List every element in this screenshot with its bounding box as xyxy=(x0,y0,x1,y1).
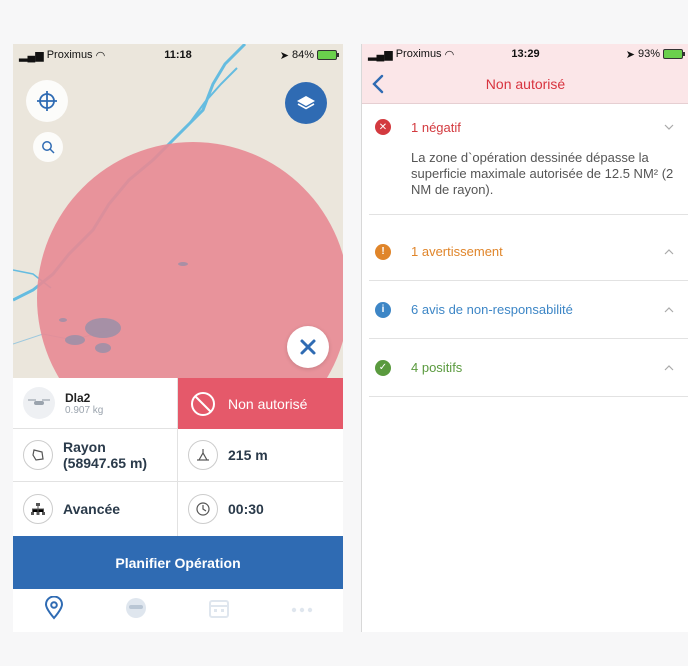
section-label: 1 avertissement xyxy=(411,244,503,259)
page-title: Non autorisé xyxy=(485,76,566,92)
bottom-tab-bar xyxy=(13,589,343,632)
section-positives-header[interactable]: ✓ 4 positifs xyxy=(369,339,688,396)
chevron-up-icon xyxy=(659,248,679,255)
right-phone-screen: ▂▄▆ Proximus ◠ 13:29 ➤ 93% Non autorisé … xyxy=(361,44,688,632)
map-view[interactable]: ▂▄▆ Proximus ◠ 11:18 ➤ 84% xyxy=(13,44,343,378)
exclamation-circle-icon: ! xyxy=(375,243,391,260)
section-negative: ✕ 1 négatif La zone d`opération dessinée… xyxy=(369,104,688,215)
status-label: Non autorisé xyxy=(228,395,308,412)
radius-label: Rayon xyxy=(63,439,106,455)
carrier-label: Proximus xyxy=(46,49,93,61)
operation-info-grid: Dla2 0.907 kg Non autorisé Rayon (58947.… xyxy=(13,378,343,536)
duration-value: 00:30 xyxy=(228,501,264,517)
location-pin-icon xyxy=(44,595,63,620)
tab-more[interactable] xyxy=(290,602,314,620)
altitude-value: 215 m xyxy=(228,447,268,463)
chevron-up-icon xyxy=(659,306,679,313)
plan-operation-button[interactable]: Planifier Opération xyxy=(13,536,343,589)
crosshair-icon xyxy=(37,91,57,111)
drone-icon xyxy=(28,399,50,405)
map-search-button[interactable] xyxy=(33,132,63,162)
close-icon xyxy=(300,339,316,355)
layers-icon xyxy=(297,96,315,110)
info-circle-icon: i xyxy=(375,301,391,318)
map-layers-button[interactable] xyxy=(285,82,327,124)
section-warning: ! 1 avertissement xyxy=(369,223,688,281)
drone-name: Dla2 xyxy=(65,390,91,405)
status-bar: ▂▄▆ Proximus ◠ 13:29 ➤ 93% xyxy=(362,44,688,64)
drone-weight: 0.907 kg xyxy=(65,404,104,416)
pilot-icon xyxy=(125,598,146,618)
battery-percent: 84% xyxy=(291,49,314,61)
drone-thumbnail xyxy=(23,387,55,419)
section-negative-message: La zone d`opération dessinée dépasse la … xyxy=(411,150,674,197)
battery-icon xyxy=(317,50,339,60)
location-arrow-icon: ➤ xyxy=(279,49,289,62)
clock: 13:29 xyxy=(511,48,540,60)
tab-pilot[interactable] xyxy=(124,596,148,625)
radius-value: (58947.65 m) xyxy=(63,455,148,471)
locate-me-button[interactable] xyxy=(26,80,68,122)
section-label: 6 avis de non-responsabilité xyxy=(411,302,573,317)
radius-setting[interactable]: Rayon (58947.65 m) xyxy=(13,429,178,482)
mode-value: Avancée xyxy=(63,501,121,517)
altitude-setting[interactable]: 215 m xyxy=(178,429,343,482)
authorization-status[interactable]: Non autorisé xyxy=(178,378,343,429)
clock-icon xyxy=(188,494,218,524)
section-label: 4 positifs xyxy=(411,360,463,375)
section-warning-header[interactable]: ! 1 avertissement xyxy=(369,223,688,280)
mode-setting[interactable]: Avancée xyxy=(13,482,178,536)
section-label: 1 négatif xyxy=(411,119,461,135)
section-disclaimers-header[interactable]: i 6 avis de non-responsabilité xyxy=(369,281,688,338)
close-zone-button[interactable] xyxy=(287,326,329,368)
search-icon xyxy=(42,141,55,154)
left-phone-screen: ▂▄▆ Proximus ◠ 11:18 ➤ 84% Dla2 0.907 kg… xyxy=(13,44,343,632)
hierarchy-icon xyxy=(23,494,53,524)
polygon-icon xyxy=(23,440,53,470)
tab-calendar[interactable] xyxy=(207,596,231,625)
x-circle-icon: ✕ xyxy=(375,119,391,135)
section-positives: ✓ 4 positifs xyxy=(369,339,688,397)
section-disclaimers: i 6 avis de non-responsabilité xyxy=(369,281,688,339)
duration-setting[interactable]: 00:30 xyxy=(178,482,343,536)
drone-selector[interactable]: Dla2 0.907 kg xyxy=(13,378,178,429)
status-bar: ▂▄▆ Proximus ◠ 11:18 ➤ 84% xyxy=(13,44,343,66)
signal-icon: ▂▄▆ xyxy=(19,49,44,62)
section-negative-header[interactable]: ✕ 1 négatif xyxy=(369,104,688,150)
navigation-header: ▂▄▆ Proximus ◠ 13:29 ➤ 93% Non autorisé xyxy=(362,44,688,104)
more-icon xyxy=(291,607,312,612)
chevron-down-icon xyxy=(659,124,679,130)
battery-icon xyxy=(663,49,685,59)
wifi-icon: ◠ xyxy=(95,49,106,62)
prohibited-icon xyxy=(191,391,215,416)
altitude-icon xyxy=(188,440,218,470)
chevron-up-icon xyxy=(659,364,679,371)
check-circle-icon: ✓ xyxy=(375,359,391,376)
calendar-icon xyxy=(208,600,229,618)
tab-map[interactable] xyxy=(43,595,65,625)
